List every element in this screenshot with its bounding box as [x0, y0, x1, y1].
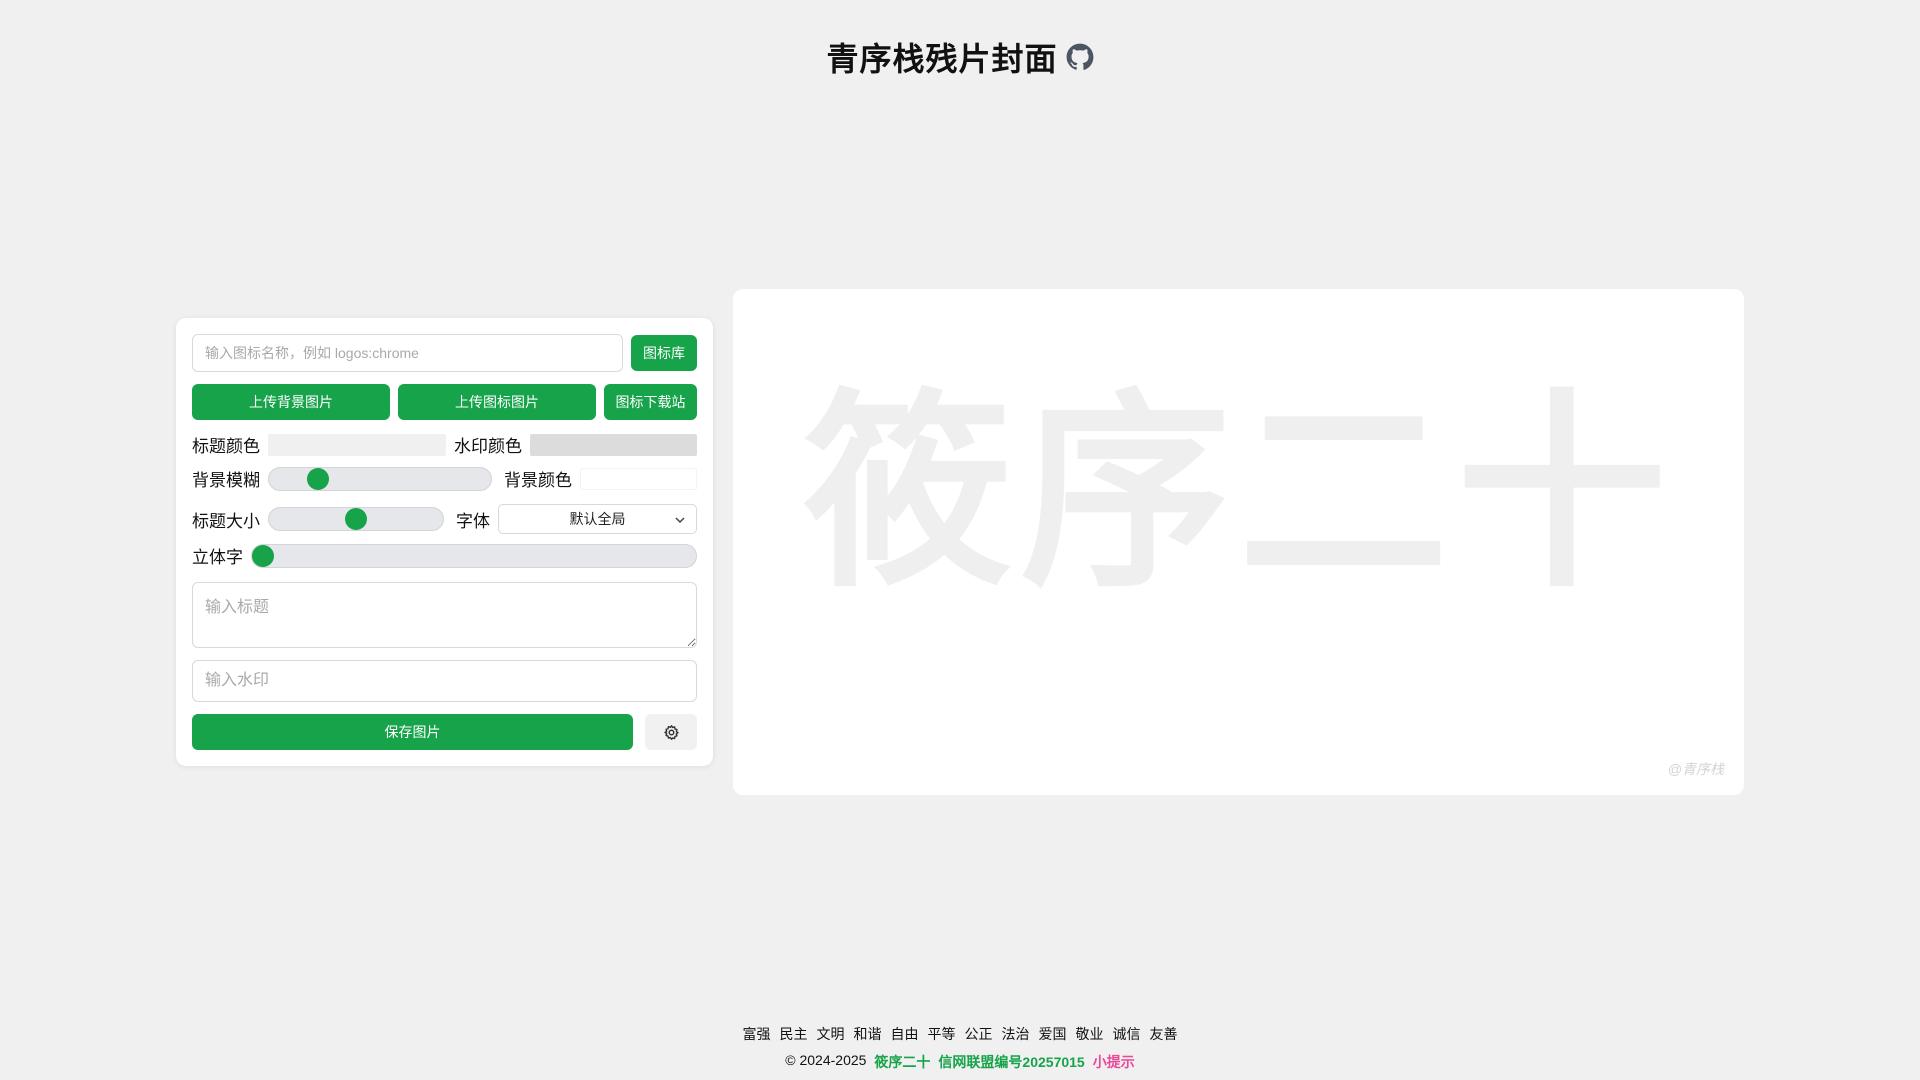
github-icon[interactable] — [1066, 43, 1094, 71]
settings-button[interactable] — [645, 714, 697, 750]
watermark-color-swatch[interactable] — [530, 433, 697, 456]
background-color-label: 背景颜色 — [504, 471, 572, 490]
core-value-item: 和谐 — [853, 1026, 882, 1042]
3d-text-slider[interactable] — [251, 543, 697, 568]
core-value-item: 文明 — [816, 1026, 845, 1042]
core-values: 富强 民主 文明 和谐 自由 平等 公正 法治 爱国 敬业 诚信 友善 — [0, 1024, 1920, 1044]
core-value-item: 法治 — [1001, 1026, 1030, 1042]
core-value-item: 富强 — [742, 1026, 771, 1042]
save-image-button[interactable]: 保存图片 — [192, 714, 633, 750]
background-blur-label: 背景模糊 — [192, 471, 260, 490]
core-value-item: 自由 — [890, 1026, 919, 1042]
footer-copyright: © 2024-2025 筱序二十 信网联盟编号20257015 小提示 — [0, 1052, 1920, 1072]
font-select-value: 默认全局 — [569, 511, 626, 527]
title-color-swatch[interactable] — [268, 433, 446, 456]
core-value-item: 民主 — [779, 1026, 808, 1042]
slider-thumb[interactable] — [252, 544, 274, 567]
background-color-swatch[interactable] — [580, 467, 697, 490]
upload-icon-button[interactable]: 上传图标图片 — [398, 384, 596, 420]
font-select[interactable]: 默认全局 — [498, 504, 697, 534]
preview-watermark: @青序栈 — [1667, 761, 1724, 777]
control-panel: 图标库 上传背景图片 上传图标图片 图标下载站 标题颜色 水印颜色 背景模糊 背… — [176, 318, 713, 766]
core-value-item: 爱国 — [1038, 1026, 1067, 1042]
license-link[interactable]: 信网联盟编号20257015 — [938, 1052, 1084, 1072]
icon-library-button[interactable]: 图标库 — [631, 335, 697, 371]
core-value-item: 平等 — [927, 1026, 956, 1042]
page-title: 青序栈残片封面 — [826, 41, 1058, 77]
page-header: 青序栈残片封面 — [0, 34, 1920, 80]
title-color-label: 标题颜色 — [192, 437, 260, 456]
title-input[interactable] — [192, 582, 697, 648]
title-size-label: 标题大小 — [192, 511, 260, 531]
watermark-color-label: 水印颜色 — [454, 437, 522, 456]
tip-link[interactable]: 小提示 — [1093, 1052, 1135, 1072]
slider-thumb[interactable] — [307, 467, 329, 490]
3d-text-label: 立体字 — [192, 548, 243, 567]
cover-preview: 筱序二十 @青序栈 — [733, 289, 1744, 795]
chevron-down-icon — [675, 517, 685, 524]
icon-name-input[interactable] — [192, 334, 623, 372]
gear-icon — [663, 724, 679, 740]
font-label: 字体 — [456, 511, 490, 531]
slider-thumb[interactable] — [345, 508, 367, 530]
core-value-item: 敬业 — [1075, 1026, 1104, 1042]
core-value-item: 诚信 — [1112, 1026, 1141, 1042]
author-link[interactable]: 筱序二十 — [874, 1052, 930, 1072]
core-value-item: 友善 — [1149, 1026, 1178, 1042]
copyright-text: © 2024-2025 — [785, 1052, 867, 1068]
watermark-input[interactable] — [192, 660, 697, 702]
title-size-slider[interactable] — [268, 507, 444, 531]
core-value-item: 公正 — [964, 1026, 993, 1042]
background-blur-slider[interactable] — [268, 466, 492, 491]
icon-download-button[interactable]: 图标下载站 — [604, 384, 697, 420]
preview-title: 筱序二十 — [802, 371, 1675, 616]
upload-background-button[interactable]: 上传背景图片 — [192, 384, 390, 420]
